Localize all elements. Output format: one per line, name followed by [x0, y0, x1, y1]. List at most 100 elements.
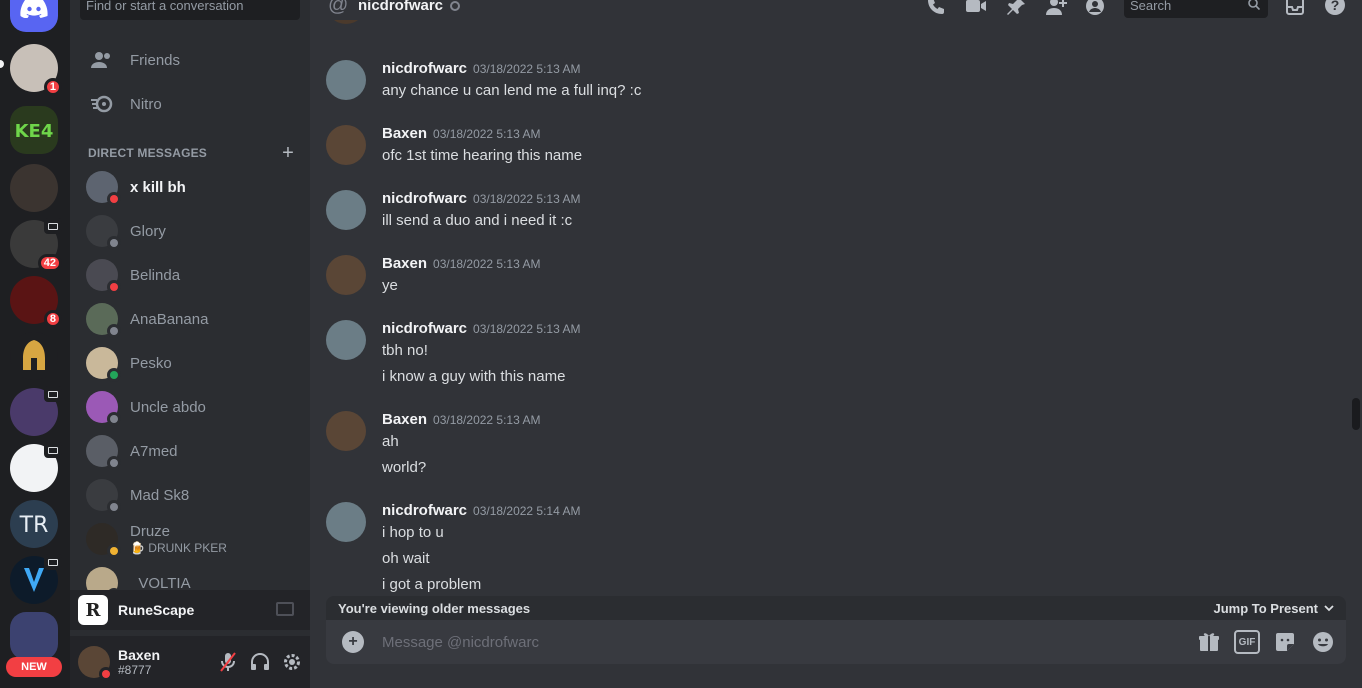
create-dm-icon[interactable]: +: [282, 143, 294, 163]
server-helmet[interactable]: [10, 332, 58, 380]
message-header: nicdrofwarc 03/18/2022 5:13 AM: [382, 320, 580, 338]
emoji-icon[interactable]: [1310, 630, 1336, 654]
server-dog[interactable]: [10, 164, 58, 212]
v-logo-icon: [24, 568, 44, 592]
scrollbar-thumb[interactable]: [1352, 398, 1360, 430]
user-panel: Baxen #8777: [70, 636, 310, 688]
message-author[interactable]: nicdrofwarc: [382, 60, 467, 77]
message-text: any chance u can lend me a full inq? :c: [382, 82, 642, 99]
dm-text: _VOLTIA: [130, 575, 191, 592]
dm-item[interactable]: x kill bh: [78, 166, 302, 208]
home-button[interactable]: [10, 0, 58, 32]
message-input[interactable]: [382, 630, 1162, 654]
screen-icon: [44, 554, 62, 570]
svg-text:KE4: KE4: [15, 121, 54, 142]
upload-plus-icon[interactable]: +: [342, 631, 364, 653]
server-avatar-1[interactable]: 1: [10, 44, 62, 96]
mute-mic-icon[interactable]: [216, 650, 240, 674]
activity-bar[interactable]: R RuneScape: [70, 590, 310, 630]
avatar[interactable]: [326, 60, 366, 100]
dm-item[interactable]: A7med: [78, 430, 302, 472]
avatar: [86, 523, 121, 558]
discord-app: 1 KE4 42 8 TR NEW Find or start a conver…: [0, 0, 1362, 688]
help-icon[interactable]: ?: [1324, 0, 1346, 21]
dm-item[interactable]: Druze 🍺 DRUNK PKER: [78, 518, 302, 560]
avatar[interactable]: [326, 125, 366, 165]
dm-item[interactable]: Glory: [78, 210, 302, 252]
dm-text: Druze 🍺 DRUNK PKER: [130, 523, 227, 555]
status-online-icon: [107, 368, 121, 382]
avatar[interactable]: [326, 190, 366, 230]
message-author[interactable]: Baxen: [382, 125, 427, 142]
username: Baxen: [118, 647, 161, 663]
dm-name: Belinda: [130, 266, 181, 284]
pin-icon[interactable]: [1004, 0, 1028, 18]
message-author[interactable]: Baxen: [382, 411, 427, 428]
message-author[interactable]: nicdrofwarc: [382, 502, 467, 519]
settings-gear-icon[interactable]: [280, 650, 304, 674]
server-red[interactable]: 8: [10, 276, 62, 328]
at-icon: @: [328, 0, 349, 16]
voice-call-icon[interactable]: [924, 0, 948, 18]
gift-icon[interactable]: [1196, 630, 1222, 654]
new-badge: NEW: [6, 657, 62, 677]
dm-text: Belinda: [130, 267, 180, 284]
status-offline-icon: [107, 324, 121, 338]
server-tr[interactable]: TR: [10, 500, 58, 548]
status-offline-icon: [450, 1, 460, 11]
message-author[interactable]: Baxen: [382, 255, 427, 272]
user-profile-icon[interactable]: [1084, 0, 1108, 18]
screen-icon: [44, 218, 62, 234]
message-timestamp: 03/18/2022 5:13 AM: [433, 413, 541, 427]
avatar[interactable]: [326, 502, 366, 542]
sticker-icon[interactable]: [1272, 630, 1298, 654]
avatar: [86, 435, 121, 470]
avatar[interactable]: [326, 411, 366, 451]
nitro-icon: [90, 92, 114, 116]
message-author[interactable]: nicdrofwarc: [382, 320, 467, 337]
runescape-logo-icon: R: [78, 595, 108, 625]
dm-text: Glory: [130, 223, 166, 240]
dm-item[interactable]: Pesko: [78, 342, 302, 384]
screen-icon: [44, 386, 62, 402]
server-ke4[interactable]: KE4: [10, 106, 58, 154]
message-timestamp: 03/18/2022 5:14 AM: [473, 504, 581, 518]
message-composer: + GIF: [326, 620, 1346, 664]
status-offline-icon: [107, 456, 121, 470]
avatar[interactable]: [326, 255, 366, 295]
dm-item[interactable]: Mad Sk8: [78, 474, 302, 516]
find-conversation-button[interactable]: Find or start a conversation: [80, 0, 300, 20]
screen-share-icon[interactable]: [276, 602, 294, 616]
dm-name: A7med: [130, 442, 178, 460]
message-author[interactable]: nicdrofwarc: [382, 190, 467, 207]
server-folder[interactable]: [10, 612, 58, 660]
server-wd[interactable]: 42: [10, 218, 62, 272]
add-friend-icon[interactable]: [1044, 0, 1068, 18]
dm-item[interactable]: AnaBanana: [78, 298, 302, 340]
server-spider[interactable]: [10, 442, 62, 492]
avatar[interactable]: [78, 646, 113, 681]
nav-friends[interactable]: Friends: [78, 40, 302, 80]
nav-nitro[interactable]: Nitro: [78, 84, 302, 124]
discord-logo-icon: [20, 0, 48, 18]
avatar: [86, 259, 121, 294]
dm-item[interactable]: Belinda: [78, 254, 302, 296]
dm-item[interactable]: Uncle abdo: [78, 386, 302, 428]
dm-name: x kill bh: [130, 178, 186, 196]
avatar[interactable]: [326, 20, 366, 24]
server-vintage[interactable]: [10, 386, 62, 436]
search-input[interactable]: Search: [1124, 0, 1268, 18]
server-rail: 1 KE4 42 8 TR NEW: [0, 0, 70, 688]
headphones-icon[interactable]: [248, 650, 272, 674]
message-text: ah: [382, 433, 399, 450]
message-text: oh wait: [382, 550, 430, 567]
video-call-icon[interactable]: [964, 0, 988, 18]
server-v[interactable]: [10, 554, 62, 604]
inbox-icon[interactable]: [1284, 0, 1306, 21]
message-text: ye: [382, 277, 398, 294]
avatar[interactable]: [326, 320, 366, 360]
dm-name: Druze: [130, 523, 171, 540]
jump-to-present-button[interactable]: Jump To Present: [1213, 601, 1334, 616]
gif-icon[interactable]: GIF: [1234, 630, 1260, 654]
page-title: nicdrofwarc: [358, 0, 444, 14]
